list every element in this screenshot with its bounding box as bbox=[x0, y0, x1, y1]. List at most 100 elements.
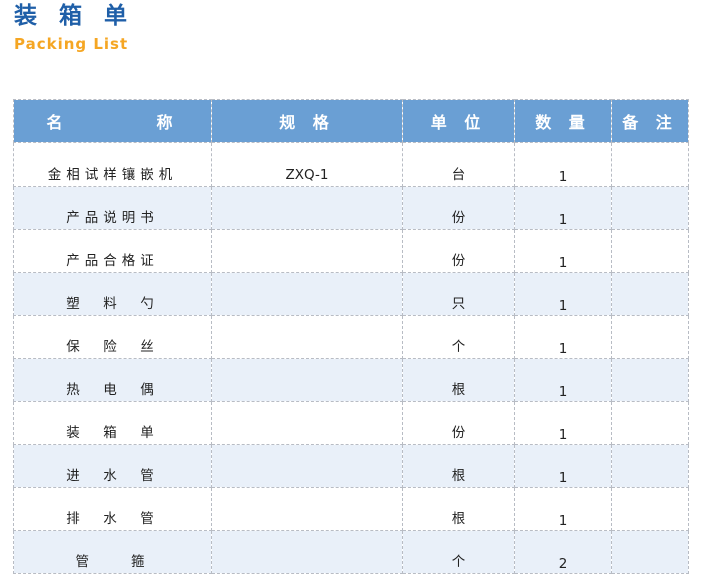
item-spec-cell bbox=[211, 186, 403, 230]
item-unit: 台 bbox=[451, 167, 466, 183]
item-spec-cell bbox=[211, 444, 403, 488]
table-row: 管 箍 个 2 bbox=[13, 530, 689, 574]
table-row: 进 水 管 根 1 bbox=[13, 444, 689, 488]
item-quantity-cell: 1 bbox=[514, 487, 612, 531]
item-name-cell: 装 箱 单 bbox=[13, 401, 212, 445]
item-note-cell bbox=[611, 186, 689, 230]
item-quantity: 1 bbox=[558, 427, 568, 443]
table-row: 保 险 丝 个 1 bbox=[13, 315, 689, 359]
item-name: 热 电 偶 bbox=[66, 382, 159, 398]
item-unit: 份 bbox=[451, 425, 466, 441]
table-row: 装 箱 单 份 1 bbox=[13, 401, 689, 445]
table-row: 排 水 管 根 1 bbox=[13, 487, 689, 531]
item-unit-cell: 根 bbox=[402, 444, 515, 488]
item-name-cell: 热 电 偶 bbox=[13, 358, 212, 402]
item-unit: 份 bbox=[451, 210, 466, 226]
item-note-cell bbox=[611, 444, 689, 488]
item-spec-cell bbox=[211, 530, 403, 574]
item-name: 排 水 管 bbox=[66, 511, 159, 527]
packing-list-table: 名 称 规 格 单 位 数 量 备 注 金相试样镶嵌机 ZXQ-1 台 1 产品… bbox=[13, 99, 689, 574]
item-unit: 个 bbox=[451, 554, 466, 570]
item-spec-cell bbox=[211, 272, 403, 316]
item-quantity: 1 bbox=[558, 298, 568, 314]
item-quantity: 1 bbox=[558, 384, 568, 400]
item-unit-cell: 个 bbox=[402, 315, 515, 359]
item-spec-cell: ZXQ-1 bbox=[211, 142, 403, 187]
item-note-cell bbox=[611, 358, 689, 402]
item-unit-cell: 只 bbox=[402, 272, 515, 316]
column-header-spec: 规 格 bbox=[211, 99, 403, 143]
item-quantity-cell: 1 bbox=[514, 142, 612, 187]
item-name-cell: 塑 料 勺 bbox=[13, 272, 212, 316]
column-header-note: 备 注 bbox=[611, 99, 689, 143]
table-row: 热 电 偶 根 1 bbox=[13, 358, 689, 402]
table-row: 产品合格证 份 1 bbox=[13, 229, 689, 273]
item-note-cell bbox=[611, 272, 689, 316]
item-name-cell: 保 险 丝 bbox=[13, 315, 212, 359]
item-name: 保 险 丝 bbox=[66, 339, 159, 355]
item-spec-cell bbox=[211, 315, 403, 359]
item-name-cell: 排 水 管 bbox=[13, 487, 212, 531]
item-quantity: 1 bbox=[558, 212, 568, 228]
item-name: 管 箍 bbox=[75, 554, 150, 570]
item-quantity: 1 bbox=[558, 513, 568, 529]
page-title: 装 箱 单 bbox=[14, 3, 135, 29]
item-quantity-cell: 1 bbox=[514, 401, 612, 445]
item-note-cell bbox=[611, 487, 689, 531]
table-row: 塑 料 勺 只 1 bbox=[13, 272, 689, 316]
item-quantity-cell: 1 bbox=[514, 358, 612, 402]
item-quantity-cell: 1 bbox=[514, 444, 612, 488]
item-name-cell: 产品说明书 bbox=[13, 186, 212, 230]
item-spec-cell bbox=[211, 487, 403, 531]
item-name: 金相试样镶嵌机 bbox=[47, 167, 178, 183]
item-name: 塑 料 勺 bbox=[66, 296, 159, 312]
item-name: 产品说明书 bbox=[66, 210, 159, 226]
item-quantity: 1 bbox=[558, 470, 568, 486]
column-header-name: 名 称 bbox=[13, 99, 212, 143]
item-unit-cell: 根 bbox=[402, 487, 515, 531]
item-name-cell: 进 水 管 bbox=[13, 444, 212, 488]
item-name: 产品合格证 bbox=[66, 253, 159, 269]
item-name-cell: 金相试样镶嵌机 bbox=[13, 142, 212, 187]
item-quantity-cell: 1 bbox=[514, 315, 612, 359]
item-spec-cell bbox=[211, 401, 403, 445]
item-unit: 根 bbox=[451, 511, 466, 527]
item-unit-cell: 根 bbox=[402, 358, 515, 402]
item-name: 装 箱 单 bbox=[66, 425, 159, 441]
item-spec-cell bbox=[211, 229, 403, 273]
item-quantity: 1 bbox=[558, 341, 568, 357]
item-note-cell bbox=[611, 530, 689, 574]
item-quantity-cell: 1 bbox=[514, 229, 612, 273]
item-unit: 只 bbox=[451, 296, 466, 312]
item-note-cell bbox=[611, 315, 689, 359]
item-spec: ZXQ-1 bbox=[285, 167, 329, 183]
item-unit-cell: 台 bbox=[402, 142, 515, 187]
item-unit: 根 bbox=[451, 382, 466, 398]
item-unit-cell: 个 bbox=[402, 530, 515, 574]
item-quantity: 1 bbox=[558, 255, 568, 271]
item-note-cell bbox=[611, 229, 689, 273]
item-note-cell bbox=[611, 142, 689, 187]
item-note-cell bbox=[611, 401, 689, 445]
column-header-quantity: 数 量 bbox=[514, 99, 612, 143]
column-header-unit: 单 位 bbox=[402, 99, 515, 143]
item-name-cell: 管 箍 bbox=[13, 530, 212, 574]
item-quantity-cell: 2 bbox=[514, 530, 612, 574]
item-quantity: 2 bbox=[558, 556, 568, 572]
item-unit-cell: 份 bbox=[402, 186, 515, 230]
item-quantity-cell: 1 bbox=[514, 186, 612, 230]
table-row: 产品说明书 份 1 bbox=[13, 186, 689, 230]
item-unit-cell: 份 bbox=[402, 401, 515, 445]
item-unit: 份 bbox=[451, 253, 466, 269]
item-spec-cell bbox=[211, 358, 403, 402]
item-quantity-cell: 1 bbox=[514, 272, 612, 316]
item-unit: 根 bbox=[451, 468, 466, 484]
item-unit: 个 bbox=[451, 339, 466, 355]
item-name: 进 水 管 bbox=[66, 468, 159, 484]
item-name-cell: 产品合格证 bbox=[13, 229, 212, 273]
table-row: 金相试样镶嵌机 ZXQ-1 台 1 bbox=[13, 142, 689, 187]
item-unit-cell: 份 bbox=[402, 229, 515, 273]
item-quantity: 1 bbox=[558, 169, 568, 185]
table-header-row: 名 称 规 格 单 位 数 量 备 注 bbox=[13, 99, 689, 143]
page-subtitle: Packing List bbox=[14, 35, 129, 53]
